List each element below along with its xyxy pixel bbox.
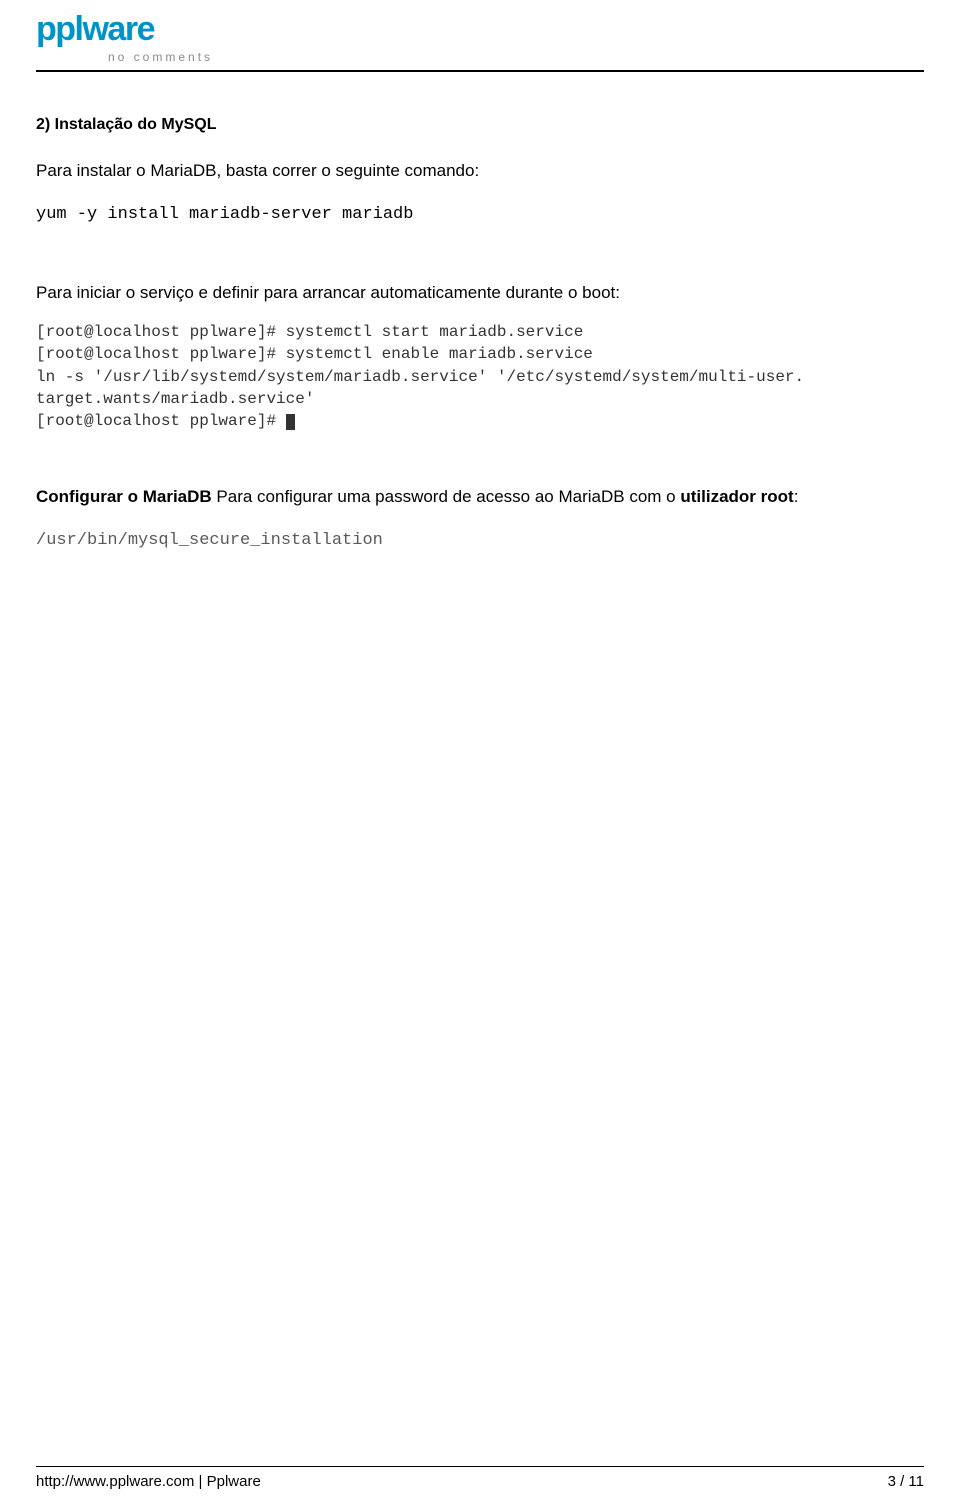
footer-page-number: 3 / 11 [888,1473,924,1490]
config-strong-2: utilizador root [680,487,793,506]
terminal-line: [root@localhost pplware]# systemctl enab… [36,345,593,363]
config-tail: : [794,487,799,506]
footer-source: http://www.pplware.com | Pplware [36,1473,261,1490]
terminal-line: ln -s '/usr/lib/systemd/system/mariadb.s… [36,368,804,386]
terminal-line: target.wants/mariadb.service' [36,390,314,408]
terminal-line: [root@localhost pplware]# [36,412,286,430]
config-paragraph: Configurar o MariaDB Para configurar uma… [36,485,924,510]
intro-paragraph: Para instalar o MariaDB, basta correr o … [36,160,924,183]
terminal-line: [root@localhost pplware]# systemctl star… [36,323,583,341]
logo-text: pplware [36,12,234,48]
step-heading: 2) Instalação do MySQL [36,116,924,134]
config-strong-1: Configurar o MariaDB [36,487,212,506]
command-secure-install: /usr/bin/mysql_secure_installation [36,531,924,550]
boot-paragraph: Para iniciar o serviço e definir para ar… [36,282,924,305]
site-logo: pplware [36,12,924,54]
footer-divider [36,1466,924,1467]
cursor-icon [286,414,295,430]
header-divider [36,70,924,72]
command-install: yum -y install mariadb-server mariadb [36,205,924,224]
terminal-output: [root@localhost pplware]# systemctl star… [36,321,924,433]
svg-text:pplware: pplware [36,12,155,48]
article-body: 2) Instalação do MySQL Para instalar o M… [36,116,924,550]
config-mid: Para configurar uma password de acesso a… [212,487,681,506]
logo-tagline: no comments [108,50,924,64]
page-footer: http://www.pplware.com | Pplware 3 / 11 [36,1466,924,1490]
